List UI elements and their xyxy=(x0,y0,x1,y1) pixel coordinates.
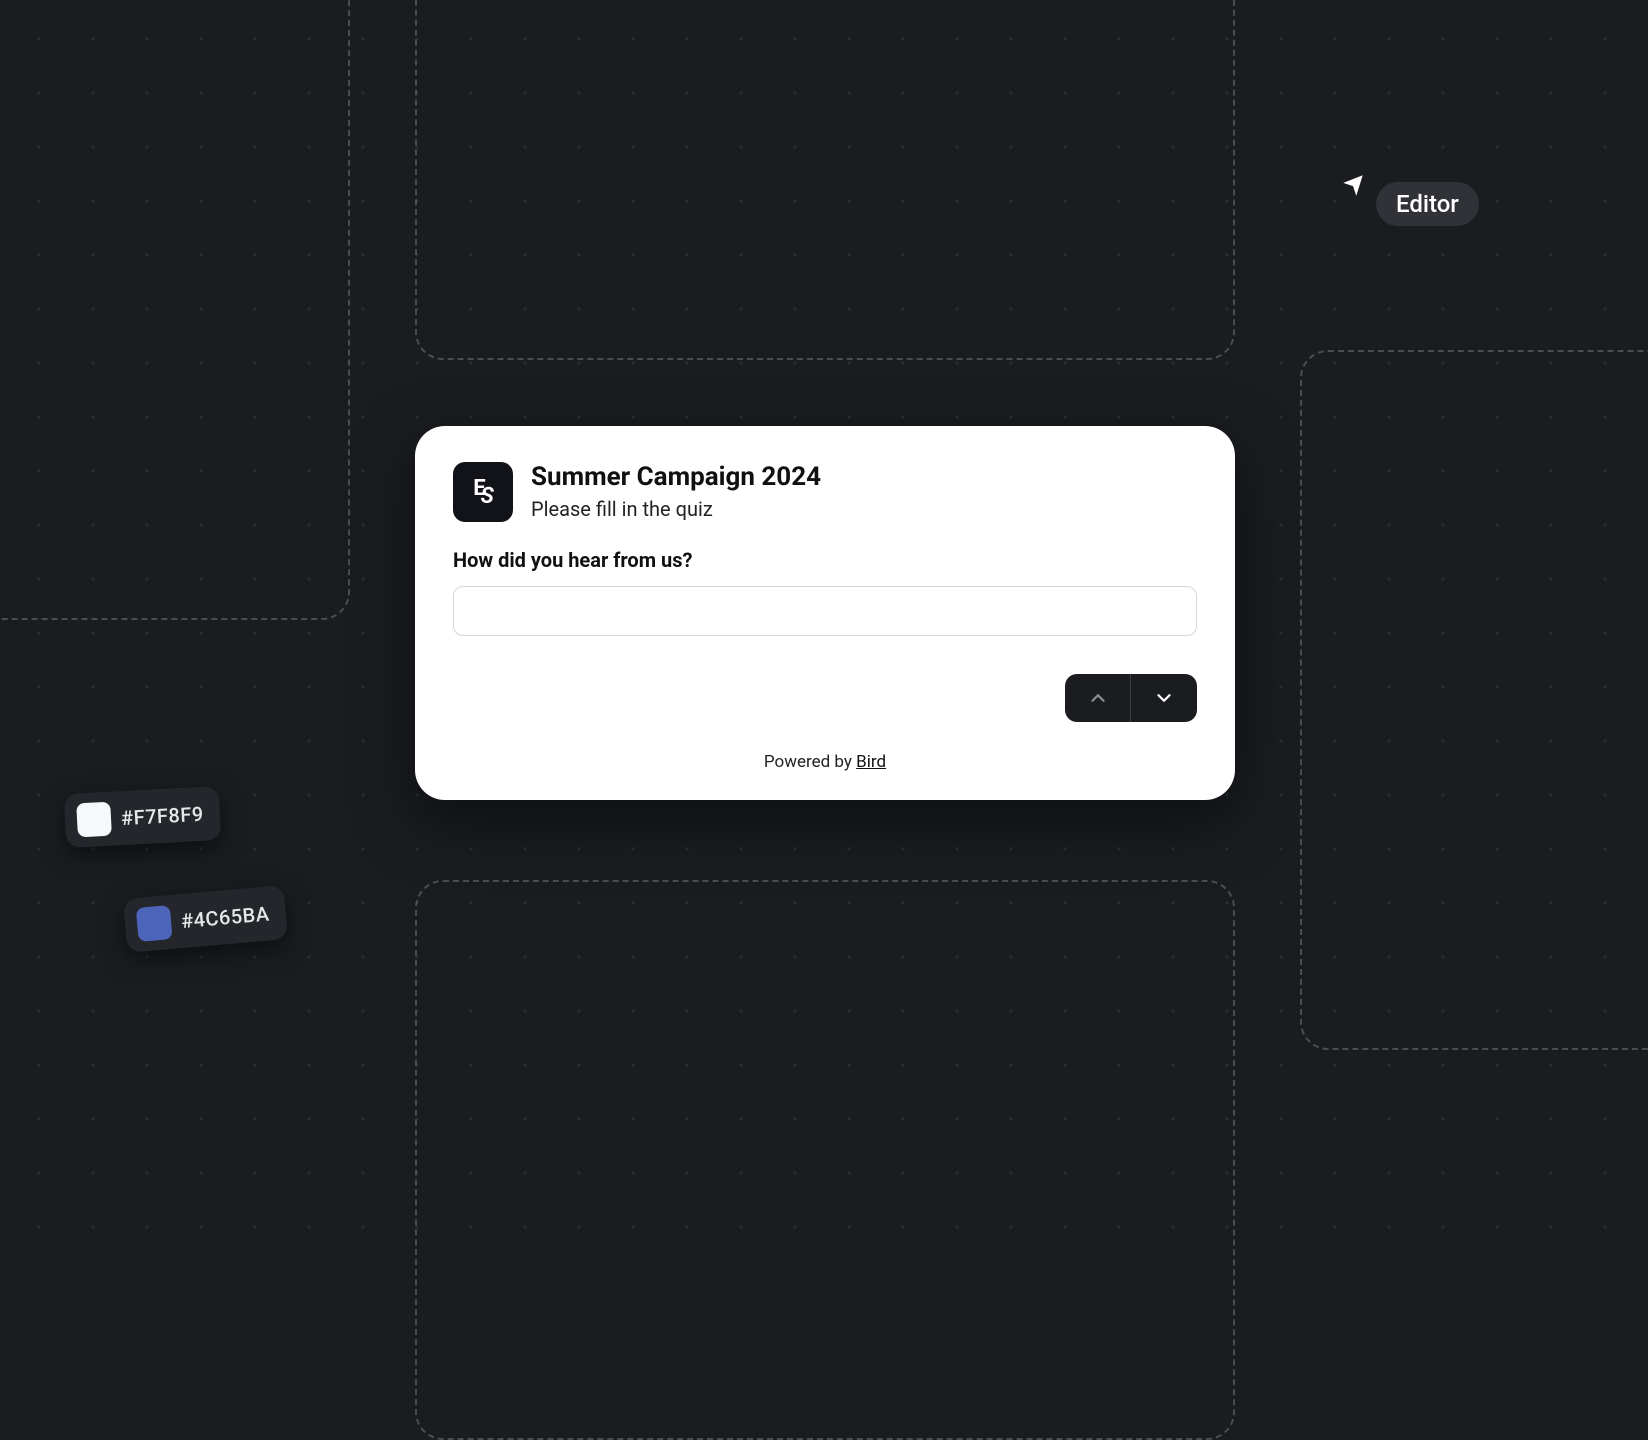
next-button[interactable] xyxy=(1131,674,1197,722)
color-swatch xyxy=(76,802,112,838)
canvas-slot-left xyxy=(0,0,350,620)
cursor-icon xyxy=(1340,172,1366,198)
card-header: ES Summer Campaign 2024 Please fill in t… xyxy=(453,462,1197,522)
canvas-slot-right xyxy=(1300,350,1648,1050)
chevron-down-icon xyxy=(1153,687,1175,709)
color-hex-label: #4C65BA xyxy=(180,901,270,933)
answer-input[interactable] xyxy=(453,586,1197,636)
form-card: ES Summer Campaign 2024 Please fill in t… xyxy=(415,426,1235,800)
chevron-up-icon xyxy=(1087,687,1109,709)
nav-group xyxy=(1065,674,1197,722)
brand-logo: ES xyxy=(453,462,513,522)
footer-brand-link[interactable]: Bird xyxy=(856,752,886,772)
color-hex-label: #F7F8F9 xyxy=(120,802,204,830)
footer-prefix: Powered by xyxy=(764,752,856,772)
color-chip-light[interactable]: #F7F8F9 xyxy=(64,786,221,848)
prev-button[interactable] xyxy=(1065,674,1131,722)
color-swatch xyxy=(136,905,173,942)
card-footer: Powered by Bird xyxy=(453,752,1197,772)
question-label: How did you hear from us? xyxy=(453,548,1197,572)
card-title: Summer Campaign 2024 xyxy=(531,463,821,493)
canvas-slot-bottom xyxy=(415,880,1235,1440)
canvas-slot-top xyxy=(415,0,1235,360)
collaborator-label: Editor xyxy=(1376,182,1479,226)
logo-letter-s: S xyxy=(481,484,493,509)
nav-row xyxy=(453,674,1197,722)
card-subtitle: Please fill in the quiz xyxy=(531,497,821,521)
